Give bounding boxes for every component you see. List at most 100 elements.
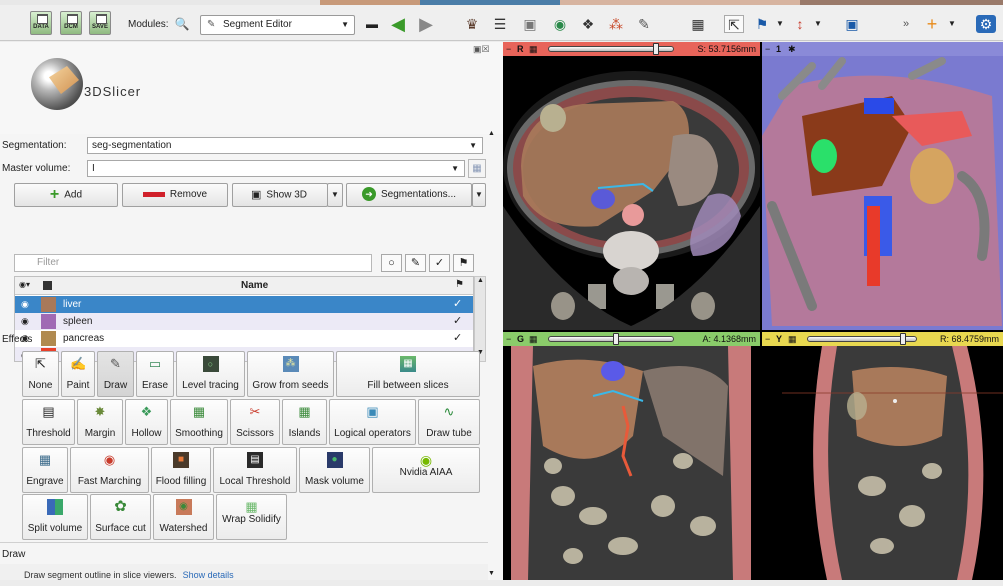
forward-arrow-icon[interactable]: ▶ [416,15,436,33]
segmentations-dropdown[interactable]: ▼ [472,183,486,207]
transforms-icon[interactable]: ❖ [578,15,598,33]
link-icon[interactable]: ✱ [788,42,796,56]
show-all-button[interactable]: ○ [381,254,402,272]
segmentations-button[interactable]: ➜ Segmentations... [346,183,472,207]
effect-watershed-button[interactable]: ◉ Watershed [153,494,214,540]
green-slice-slider[interactable] [548,333,674,345]
python-console-icon[interactable]: ⚙ [976,15,996,33]
red-slice-slider[interactable] [548,43,674,55]
effect-engrave-button[interactable]: ▦ Engrave [22,447,68,493]
effect-draw-tube-button[interactable]: ∿ Draw tube [418,399,480,445]
eye-icon[interactable]: ◉ [21,296,29,313]
green-slice-view[interactable] [503,346,760,580]
link-icon[interactable]: ▦ [529,42,538,56]
chevron-down-icon[interactable]: ▼ [808,15,828,33]
segment-color-swatch[interactable] [41,314,56,329]
effect-grow-from-seeds-button[interactable]: ⁂ Grow from seeds [247,351,334,397]
effect-paint-button[interactable]: ✍ Paint [61,351,95,397]
pin-icon[interactable]: − [506,42,511,56]
load-data-button[interactable]: DATA [30,11,52,35]
undock-close-icon[interactable]: ▣☒ [473,44,490,55]
filter-input[interactable]: Filter [14,254,372,272]
table-row[interactable]: ◉ spleen ✓ [15,313,473,330]
yellow-slice-view[interactable] [762,346,1003,580]
name-column-header[interactable]: Name [241,280,268,291]
effect-logical-operators-button[interactable]: ▣ Logical operators [329,399,416,445]
master-volume-selector[interactable]: I ▼ [87,160,465,177]
yellow-slice-slider[interactable] [807,333,917,345]
slider-thumb[interactable] [653,43,659,55]
volume-options-icon[interactable]: ▦ [468,159,486,178]
effect-mask-volume-button[interactable]: ● Mask volume [299,447,370,493]
scroll-up-icon[interactable]: ▲ [477,277,484,284]
slider-thumb[interactable] [613,333,619,345]
effect-flood-filling-button[interactable]: ■ Flood filling [151,447,211,493]
effect-smoothing-button[interactable]: ▦ Smoothing [170,399,228,445]
edit-button[interactable]: ✎ [405,254,426,272]
effect-nvidia-aiaa-button[interactable]: ◉ Nvidia AIAA [372,447,480,493]
effect-margin-button[interactable]: ✸ Margin [77,399,123,445]
show-details-link[interactable]: Show details [183,570,234,580]
flag-button[interactable]: ⚑ [453,254,474,272]
show-3d-button[interactable]: ▣ Show 3D [232,183,328,207]
effect-level-tracing-button[interactable]: ○ Level tracing [176,351,245,397]
models-icon[interactable]: ◉ [550,15,570,33]
effect-draw-button[interactable]: ✎ Draw [97,351,134,397]
effect-fast-marching-button[interactable]: ◉ Fast Marching [70,447,149,493]
crosshair-add-icon[interactable]: + [922,15,942,33]
eye-icon[interactable]: ◉ [21,313,29,330]
3d-view[interactable] [762,56,1003,330]
save-button[interactable]: SAVE [89,11,111,35]
segment-editor-tool-icon[interactable]: ✎ [634,15,654,33]
layout-icon[interactable]: ▦ [688,15,708,33]
remove-segment-button[interactable]: Remove [122,183,228,207]
effect-threshold-button[interactable]: ▤ Threshold [22,399,75,445]
effect-local-threshold-button[interactable]: ▤ Local Threshold [213,447,297,493]
extensions-icon[interactable]: ♛ [462,15,482,33]
search-icon[interactable]: 🔍 [172,15,192,33]
pin-icon[interactable]: − [765,42,770,56]
pin-icon[interactable]: − [765,332,770,346]
chevron-down-icon[interactable]: ▼ [770,15,790,33]
effect-split-volume-button[interactable]: Split volume [22,494,88,540]
link-icon[interactable]: ▦ [529,332,538,346]
check-button[interactable]: ✓ [429,254,450,272]
pointer-icon[interactable]: ⇱ [724,15,744,33]
effect-fill-between-slices-button[interactable]: ▦ Fill between slices [336,351,480,397]
module-history-icon[interactable]: ▬ [362,15,382,33]
effect-islands-button[interactable]: ▦ Islands [282,399,327,445]
show-3d-dropdown[interactable]: ▼ [327,183,343,207]
effect-none-button[interactable]: ⇱ None [22,351,59,397]
more-icon[interactable]: » [896,15,916,33]
effect-surface-cut-button[interactable]: ✿ Surface cut [90,494,151,540]
table-row[interactable]: ◉ pancreas ✓ [15,330,473,347]
chevron-down-icon[interactable]: ▼ [942,15,962,33]
segment-color-swatch[interactable] [41,331,56,346]
segment-color-swatch[interactable] [41,297,56,312]
add-segment-button[interactable]: + Add [14,183,118,207]
scroll-up-icon[interactable]: ▲ [488,130,495,137]
dicom-button[interactable]: DCM [60,11,82,35]
slider-thumb[interactable] [900,333,906,345]
red-slice-view[interactable] [503,56,760,330]
effect-wrap-solidify-button[interactable]: ▦ Wrap Solidify [216,494,287,540]
crosshair-icon[interactable]: ↕ [790,15,810,33]
link-icon[interactable]: ▦ [788,332,797,346]
effect-scissors-button[interactable]: ✂ Scissors [230,399,280,445]
check-icon[interactable]: ✓ [453,330,462,347]
data-module-icon[interactable]: ☰ [490,15,510,33]
pin-icon[interactable]: − [506,332,511,346]
check-icon[interactable]: ✓ [453,313,462,330]
table-row[interactable]: ◉ liver ✓ [15,296,473,313]
window-level-icon[interactable]: ⚑ [752,15,772,33]
table-scrollbar[interactable]: ▲ ▼ [474,276,486,362]
scroll-down-icon[interactable]: ▼ [488,570,495,577]
back-arrow-icon[interactable]: ◀ [388,15,408,33]
visibility-header-icon[interactable]: ◉▾ [19,280,30,289]
markups-icon[interactable]: ⁂ [606,15,626,33]
check-icon[interactable]: ✓ [453,296,462,313]
effect-hollow-button[interactable]: ❖ Hollow [125,399,168,445]
effect-erase-button[interactable]: ▭ Erase [136,351,174,397]
volumes-icon[interactable]: ▣ [520,15,540,33]
screenshot-icon[interactable]: ▣ [842,15,862,33]
